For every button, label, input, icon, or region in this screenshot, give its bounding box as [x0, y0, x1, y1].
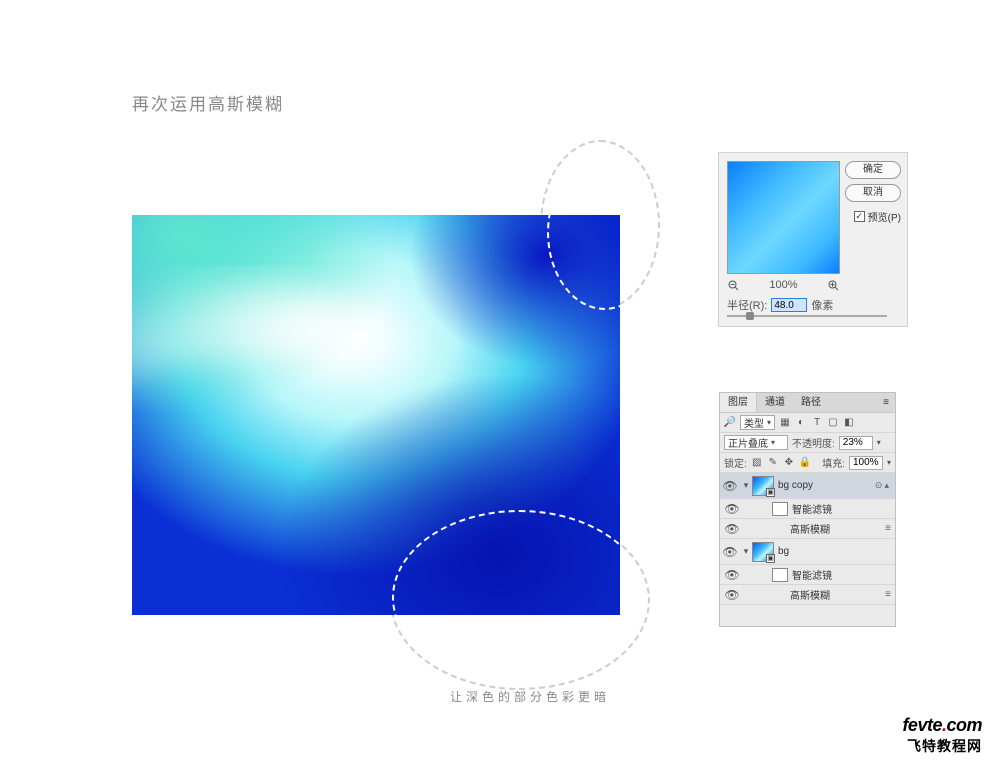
filter-name[interactable]: 高斯模糊 [790, 587, 881, 602]
filter-blend-icon[interactable]: ≡ [885, 589, 891, 600]
zoom-percent: 100% [769, 279, 797, 291]
smart-object-icon: ▣ [766, 554, 775, 563]
disclose-icon[interactable]: ▾ [740, 480, 752, 491]
watermark-cn: 飞特教程网 [902, 736, 982, 756]
filter-type-dropdown[interactable]: 类型▾ [740, 415, 775, 430]
chevron-icon[interactable]: ▴ [884, 480, 889, 491]
tab-channels[interactable]: 通道 [757, 393, 793, 412]
smart-filters-label: 智能滤镜 [792, 567, 891, 582]
radius-unit: 像素 [811, 297, 833, 313]
layers-panel: 图层 通道 路径 ≡ 🔎 类型▾ ▦ ◐ T ▢ ◧ 正片叠底▾ 不透明度: ▾… [719, 392, 896, 627]
filter-badge-icon[interactable]: ⊙ [875, 480, 883, 491]
radius-slider[interactable] [727, 313, 887, 319]
layer-list: 👁 ▾ ▣ bg copy ⊙ ▴ 👁 智能滤镜 👁 高斯模糊 ≡ 👁 ▾ ▣ … [720, 473, 895, 605]
visibility-icon[interactable]: 👁 [722, 588, 742, 602]
visibility-icon[interactable]: 👁 [720, 545, 740, 559]
visibility-icon[interactable]: 👁 [722, 502, 742, 516]
filter-item-row[interactable]: 👁 高斯模糊 ≡ [720, 519, 895, 539]
lock-all-icon[interactable]: 🔒 [799, 457, 811, 469]
layer-thumbnail[interactable]: ▣ [752, 542, 774, 562]
preview-checkbox[interactable]: ✓ [854, 211, 865, 222]
disclose-icon[interactable]: ▾ [740, 546, 752, 557]
watermark-site: fevte [902, 715, 942, 735]
tab-paths[interactable]: 路径 [793, 393, 829, 412]
radius-label: 半径(R): [727, 297, 767, 313]
lock-position-icon[interactable]: ✥ [783, 457, 795, 469]
fill-label: 填充: [822, 455, 845, 470]
visibility-icon[interactable]: 👁 [722, 522, 742, 536]
visibility-icon[interactable]: 👁 [722, 568, 742, 582]
zoom-out-icon[interactable] [727, 279, 739, 291]
lock-fill-row: 锁定: ▨ ✎ ✥ 🔒 填充: ▾ [720, 453, 895, 473]
layer-row[interactable]: 👁 ▾ ▣ bg [720, 539, 895, 565]
filter-mask-thumbnail[interactable] [772, 568, 788, 582]
caption: 让深色的部分色彩更暗 [450, 688, 610, 705]
fill-input[interactable] [849, 456, 883, 470]
smart-filters-row[interactable]: 👁 智能滤镜 [720, 565, 895, 585]
lock-brush-icon[interactable]: ✎ [767, 457, 779, 469]
visibility-icon[interactable]: 👁 [720, 479, 740, 493]
layer-name[interactable]: bg copy [778, 480, 875, 491]
cancel-button[interactable]: 取消 [845, 184, 901, 202]
watermark-tld: com [946, 715, 982, 735]
zoom-in-icon[interactable] [828, 279, 840, 291]
layer-name[interactable]: bg [778, 546, 891, 557]
filter-adjust-icon[interactable]: ◐ [795, 417, 807, 429]
search-icon[interactable]: 🔎 [724, 417, 736, 429]
lock-transparent-icon[interactable]: ▨ [751, 457, 763, 469]
canvas-preview [132, 215, 620, 615]
filter-pixel-icon[interactable]: ▦ [779, 417, 791, 429]
watermark: fevte.com 飞特教程网 [902, 715, 982, 756]
opacity-input[interactable] [839, 436, 873, 450]
radius-input[interactable] [771, 298, 807, 312]
preview-checkbox-label: 预览(P) [868, 209, 901, 224]
filter-type-text-icon[interactable]: T [811, 417, 823, 429]
smart-filters-row[interactable]: 👁 智能滤镜 [720, 499, 895, 519]
layer-thumbnail[interactable]: ▣ [752, 476, 774, 496]
layer-row[interactable]: 👁 ▾ ▣ bg copy ⊙ ▴ [720, 473, 895, 499]
filter-smart-icon[interactable]: ◧ [843, 417, 855, 429]
lock-label: 锁定: [724, 455, 747, 470]
smart-object-icon: ▣ [766, 488, 775, 497]
opacity-label: 不透明度: [792, 435, 835, 450]
smart-filters-label: 智能滤镜 [792, 501, 891, 516]
filter-shape-icon[interactable]: ▢ [827, 417, 839, 429]
layer-filter-row: 🔎 类型▾ ▦ ◐ T ▢ ◧ [720, 413, 895, 433]
filter-item-row[interactable]: 👁 高斯模糊 ≡ [720, 585, 895, 605]
filter-mask-thumbnail[interactable] [772, 502, 788, 516]
page-title: 再次运用高斯模糊 [132, 90, 284, 115]
blend-opacity-row: 正片叠底▾ 不透明度: ▾ [720, 433, 895, 453]
blend-mode-dropdown[interactable]: 正片叠底▾ [724, 435, 788, 450]
filter-name[interactable]: 高斯模糊 [790, 521, 881, 536]
panel-menu-icon[interactable]: ≡ [883, 397, 889, 408]
ok-button[interactable]: 确定 [845, 161, 901, 179]
tab-layers[interactable]: 图层 [720, 393, 757, 412]
filter-blend-icon[interactable]: ≡ [885, 523, 891, 534]
gaussian-blur-dialog: 确定 取消 ✓ 预览(P) 100% 半径(R): 像素 [718, 152, 908, 327]
blur-preview-thumbnail[interactable] [727, 161, 840, 274]
